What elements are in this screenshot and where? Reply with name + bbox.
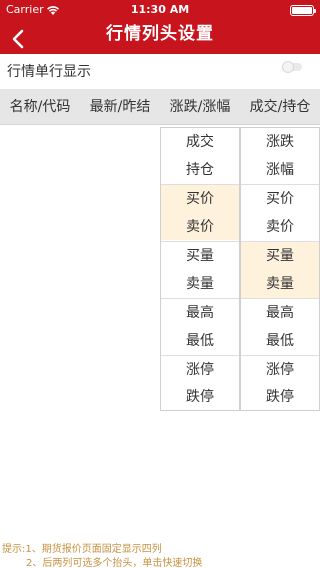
toggle-knob [282,61,294,73]
single-line-setting-row: 行情单行显示 [0,54,320,86]
option-item[interactable]: 涨停 [241,356,319,384]
option-item[interactable]: 最高 [161,299,239,327]
option-item[interactable]: 卖量 [161,270,239,298]
battery-icon [290,5,316,16]
status-bar: Carrier 11:30 AM [0,0,320,20]
option-item[interactable]: 最低 [241,327,319,355]
option-item[interactable]: 成交 [161,128,239,156]
option-item[interactable]: 涨幅 [241,156,319,184]
column-header-volume-oi[interactable]: 成交/持仓 [240,89,320,125]
column-header-name-code: 名称/代码 [9,99,71,115]
option-item[interactable]: 卖量 [241,270,319,298]
option-item[interactable]: 跌停 [161,383,239,411]
column4-options-list: 涨跌 涨幅 买价 卖价 买量 卖量 最高 最低 涨停 跌停 [240,127,320,411]
option-item[interactable]: 买价 [241,185,319,213]
option-item[interactable]: 卖价 [241,213,319,241]
option-item[interactable]: 卖价 [161,213,239,241]
option-item[interactable]: 涨停 [161,356,239,384]
tip-line-2: 2、后两列可选多个抬头，单击快速切换 [26,558,203,568]
tips-text: 提示:1、期货报价页面固定显示四列 2、后两列可选多个抬头，单击快速切换 [2,543,318,568]
option-item[interactable]: 买量 [161,242,239,270]
option-item[interactable]: 最低 [161,327,239,355]
option-item[interactable]: 涨跌 [241,128,319,156]
option-item[interactable]: 最高 [241,299,319,327]
tip-line-1: 提示:1、期货报价页面固定显示四列 [2,544,162,555]
column-header-latest-prev: 最新/昨结 [89,99,151,115]
column-header-change[interactable]: 涨跌/涨幅 [160,89,240,125]
column-header-bar: 名称/代码 最新/昨结 涨跌/涨幅 成交/持仓 [0,89,320,125]
column3-options-list: 成交 持仓 买价 卖价 买量 卖量 最高 最低 涨停 跌停 [160,127,240,411]
status-time: 11:30 AM [130,3,190,16]
option-item[interactable]: 持仓 [161,156,239,184]
single-line-label: 行情单行显示 [7,64,91,80]
option-item[interactable]: 跌停 [241,383,319,411]
single-line-toggle[interactable] [282,61,302,73]
option-item[interactable]: 买量 [241,242,319,270]
option-item[interactable]: 买价 [161,185,239,213]
